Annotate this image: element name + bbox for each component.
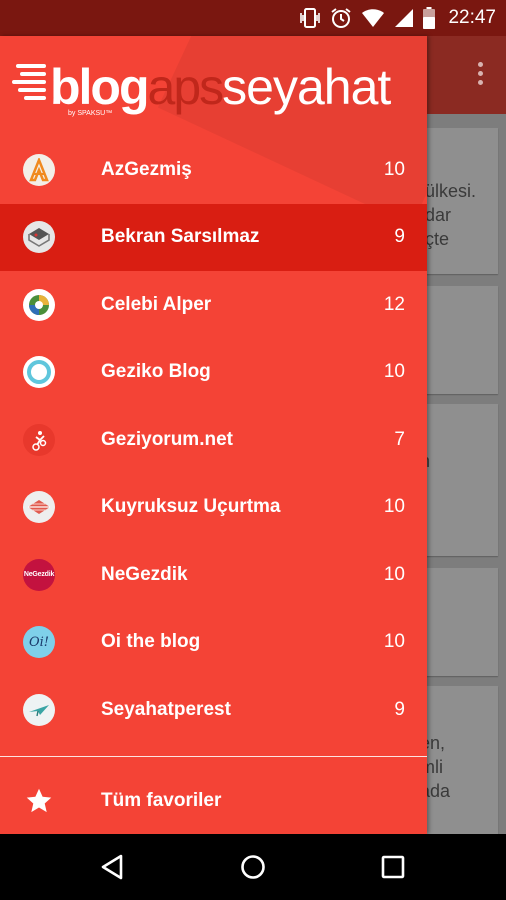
seyahatperest-avatar-icon	[23, 693, 55, 726]
oi-avatar-icon: Oi!	[23, 626, 55, 659]
blog-item-count: 10	[383, 631, 405, 653]
drawer-divider	[0, 756, 427, 757]
blog-item-seyahatperest[interactable]: Seyahatperest 9	[0, 676, 427, 744]
blog-item-label: AzGezmiş	[101, 158, 192, 180]
celebi-avatar-icon	[23, 288, 55, 321]
brand-part-seyahat: seyahat	[222, 59, 391, 115]
background-card	[420, 568, 498, 676]
blog-item-geziyorum[interactable]: Geziyorum.net 7	[0, 406, 427, 474]
blog-item-label: Geziko Blog	[101, 361, 211, 383]
brand-part-blog: blog	[50, 59, 150, 115]
blog-item-azgezmis[interactable]: AzGezmiş 10	[0, 136, 427, 204]
geziko-avatar-icon	[23, 356, 55, 389]
blog-item-count: 12	[383, 293, 405, 315]
blog-item-celebi[interactable]: Celebi Alper 12	[0, 271, 427, 339]
brand-logo-icon	[12, 62, 54, 102]
blog-item-count: 10	[383, 496, 405, 518]
card-snippet: çte	[425, 229, 450, 249]
blog-item-label: Seyahatperest	[101, 698, 231, 720]
drawer-header: blogapsseyahat by SPAKSU™	[0, 36, 427, 136]
blog-item-label: Geziyorum.net	[101, 428, 233, 450]
background-card: en, mli ada	[420, 686, 498, 836]
blog-item-label: Oi the blog	[101, 631, 201, 653]
geziyorum-avatar-icon	[23, 423, 55, 456]
blog-item-label: Celebi Alper	[101, 293, 212, 315]
blog-item-count: 9	[394, 226, 405, 248]
all-favorites-label: Tüm favoriler	[101, 789, 222, 811]
blog-list: AzGezmiş 10 Bekran Sarsılmaz 9 Celebi Al…	[0, 136, 427, 744]
vibrate-icon	[299, 8, 321, 28]
blog-item-negezdik[interactable]: NeGezdik NeGezdik 10	[0, 541, 427, 609]
blog-item-label: Bekran Sarsılmaz	[101, 226, 260, 248]
navigation-drawer: blogapsseyahat by SPAKSU™ AzGezmiş 10 Be…	[0, 36, 427, 834]
blog-item-geziko[interactable]: Geziko Blog 10	[0, 339, 427, 407]
blog-item-count: 10	[383, 563, 405, 585]
card-snippet: dar	[425, 205, 452, 225]
blog-item-count: 7	[394, 428, 405, 450]
background-card: ülkesi. dar çte	[420, 128, 498, 274]
status-time: 22:47	[448, 7, 496, 28]
brand-part-aps: aps	[147, 59, 225, 115]
brand-logo: blogapsseyahat	[50, 58, 391, 118]
home-icon[interactable]	[238, 852, 268, 882]
blog-item-label: NeGezdik	[101, 563, 188, 585]
blog-item-bekran[interactable]: Bekran Sarsılmaz 9	[0, 203, 427, 271]
blog-item-kuyruksuz[interactable]: Kuyruksuz Uçurtma 10	[0, 474, 427, 542]
recents-icon[interactable]	[378, 852, 408, 882]
blog-item-oi[interactable]: Oi! Oi the blog 10	[0, 609, 427, 677]
battery-icon	[423, 7, 436, 29]
card-snippet: ülkesi.	[425, 181, 477, 201]
blog-item-label: Kuyruksuz Uçurtma	[101, 496, 281, 518]
signal-icon	[394, 8, 414, 28]
wifi-icon	[361, 8, 385, 28]
overflow-menu-icon[interactable]	[478, 62, 484, 88]
brand-byline: by SPAKSU™	[68, 110, 113, 117]
alarm-icon	[330, 7, 352, 29]
blog-item-count: 9	[394, 698, 405, 720]
star-icon	[25, 787, 53, 820]
bekran-avatar-icon	[23, 221, 55, 254]
background-card	[420, 286, 498, 394]
negezdik-avatar-icon: NeGezdik	[23, 558, 55, 591]
status-icons: 22:47	[299, 0, 496, 36]
blog-item-count: 10	[383, 158, 405, 180]
blog-item-count: 10	[383, 361, 405, 383]
oi-avatar-text: Oi!	[28, 634, 50, 650]
navigation-bar	[0, 834, 506, 900]
kuyruksuz-avatar-icon	[23, 491, 55, 524]
all-favorites-item[interactable]: Tüm favoriler	[0, 767, 427, 834]
background-card: n	[420, 404, 498, 556]
negezdik-avatar-text: NeGezdik	[23, 571, 55, 579]
status-bar: 22:47	[0, 0, 506, 36]
back-icon[interactable]	[97, 852, 127, 882]
azgezmis-avatar-icon	[23, 153, 55, 186]
